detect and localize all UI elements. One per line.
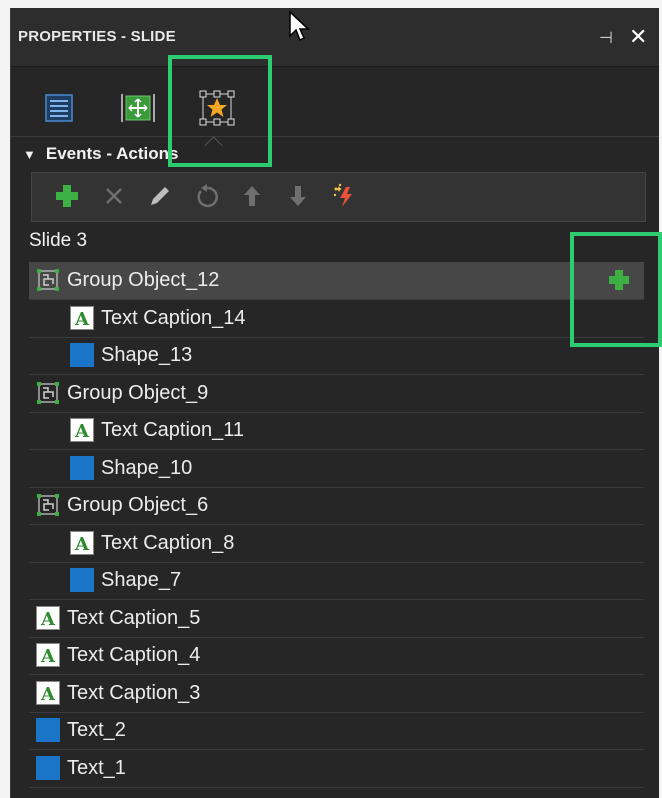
tree-item[interactable]: A Text Caption_11 [29, 412, 644, 450]
tree-item-icon-wrap [35, 380, 61, 406]
tab-properties[interactable] [37, 86, 81, 130]
svg-text:A: A [74, 309, 90, 330]
svg-text:A: A [40, 609, 56, 630]
tree-item[interactable]: Shape_7 [29, 562, 644, 600]
shape-icon [36, 755, 60, 780]
collapse-triangle-icon: ▼ [23, 147, 36, 162]
add-icon [56, 185, 78, 207]
tree-item-icon-wrap [69, 342, 95, 368]
tree-item-label: Text Caption_4 [67, 644, 201, 666]
svg-text:A: A [74, 421, 90, 442]
delete-icon [106, 188, 122, 204]
move-icon [121, 94, 155, 122]
tree-item-icon-wrap [35, 717, 61, 743]
panel-titlebar: PROPERTIES - SLIDE ⊣ ✕ [11, 8, 659, 67]
tree-item-icon-wrap: A [69, 530, 95, 556]
tree-item-label: Text Caption_11 [101, 419, 245, 441]
events-actions-header[interactable]: ▼ Events - Actions [23, 144, 178, 164]
text-caption-icon: A [70, 305, 94, 330]
svg-text:A: A [40, 646, 56, 667]
tree-item-icon-wrap: A [35, 680, 61, 706]
move-down-button[interactable] [283, 181, 313, 211]
panel-title: PROPERTIES - SLIDE [18, 28, 176, 45]
tree-item-icon-wrap [35, 755, 61, 781]
tree-item[interactable]: Shape_10 [29, 450, 644, 488]
close-icon[interactable]: ✕ [629, 24, 647, 50]
tree-item-label: Group Object_6 [67, 494, 209, 516]
text-caption-icon: A [36, 605, 60, 630]
tree-item[interactable]: A Text Caption_14 [29, 300, 644, 338]
tree-item-label: Text_2 [67, 719, 126, 741]
tree-item-label: Shape_7 [101, 569, 182, 591]
tree-item-icon-wrap: A [35, 605, 61, 631]
text-caption-icon: A [36, 643, 60, 667]
edit-action-button[interactable] [145, 181, 175, 211]
move-up-button[interactable] [237, 181, 267, 211]
tree-item[interactable]: Shape_13 [29, 337, 644, 375]
pin-icon[interactable]: ⊣ [599, 28, 613, 48]
tree-item-icon-wrap [69, 455, 95, 481]
tree-item[interactable]: Group Object_9 [29, 375, 644, 413]
undo-icon [197, 184, 218, 208]
move-down-icon [290, 186, 306, 206]
effects-button[interactable] [330, 181, 360, 211]
group-object-icon [37, 494, 59, 516]
effects-icon [333, 183, 352, 207]
text-caption-icon: A [36, 680, 60, 705]
tree-item-icon-wrap: A [69, 417, 95, 443]
shape-icon [70, 568, 94, 592]
tree-item-label: Group Object_9 [67, 381, 209, 404]
edit-icon [151, 187, 169, 205]
properties-panel: PROPERTIES - SLIDE ⊣ ✕ ▼ Events - Action… [10, 8, 659, 798]
tree-item-label: Shape_10 [101, 456, 193, 479]
text-caption-icon: A [70, 418, 94, 442]
tree-item[interactable]: A Text Caption_4 [29, 637, 644, 675]
group-object-icon [37, 269, 59, 291]
tab-actions[interactable] [195, 86, 239, 130]
tree-item-label: Group Object_12 [67, 269, 220, 291]
svg-text:A: A [40, 684, 56, 705]
tree-item[interactable]: Text_1 [29, 750, 644, 788]
tab-timing[interactable] [116, 86, 160, 130]
move-up-icon [244, 186, 260, 206]
svg-text:A: A [74, 534, 90, 555]
tree-item[interactable]: A Text Caption_3 [29, 675, 644, 713]
group-object-icon [37, 381, 59, 404]
panel-tabs [11, 66, 659, 137]
text-caption-icon: A [70, 530, 94, 555]
tree-item-label: Text Caption_5 [67, 606, 201, 629]
tree-item-icon-wrap [69, 567, 95, 593]
add-action-icon[interactable] [605, 266, 633, 294]
tree-item-icon-wrap [35, 267, 61, 293]
tree-item[interactable]: Group Object_12 [29, 262, 644, 300]
actions-toolbar [31, 172, 646, 222]
tree-item[interactable]: A Text Caption_8 [29, 525, 644, 563]
shape-icon [70, 343, 94, 367]
list-icon [45, 94, 73, 122]
undo-action-button[interactable] [192, 181, 222, 211]
shape-icon [70, 455, 94, 480]
tree-item-label: Text Caption_14 [101, 306, 246, 329]
shape-icon [36, 718, 60, 742]
tree-item-icon-wrap [35, 492, 61, 518]
slide-label: Slide 3 [29, 230, 88, 251]
tree-item[interactable]: Text_2 [29, 712, 644, 750]
section-title: Events - Actions [45, 144, 179, 163]
tree-item[interactable]: Group Object_6 [29, 487, 644, 525]
tree-item-label: Text_1 [67, 756, 126, 779]
tree-item-label: Shape_13 [101, 344, 193, 366]
tree-item[interactable]: A Text Caption_5 [29, 600, 644, 638]
tree-item-label: Text Caption_8 [101, 531, 235, 554]
star-icon [199, 90, 235, 126]
mouse-cursor-icon [289, 10, 310, 42]
tree-item-icon-wrap: A [35, 642, 61, 668]
add-action-button[interactable] [52, 181, 82, 211]
tree-item-label: Text Caption_3 [67, 681, 201, 704]
tree-item-icon-wrap: A [69, 305, 95, 331]
delete-action-button[interactable] [99, 181, 129, 211]
